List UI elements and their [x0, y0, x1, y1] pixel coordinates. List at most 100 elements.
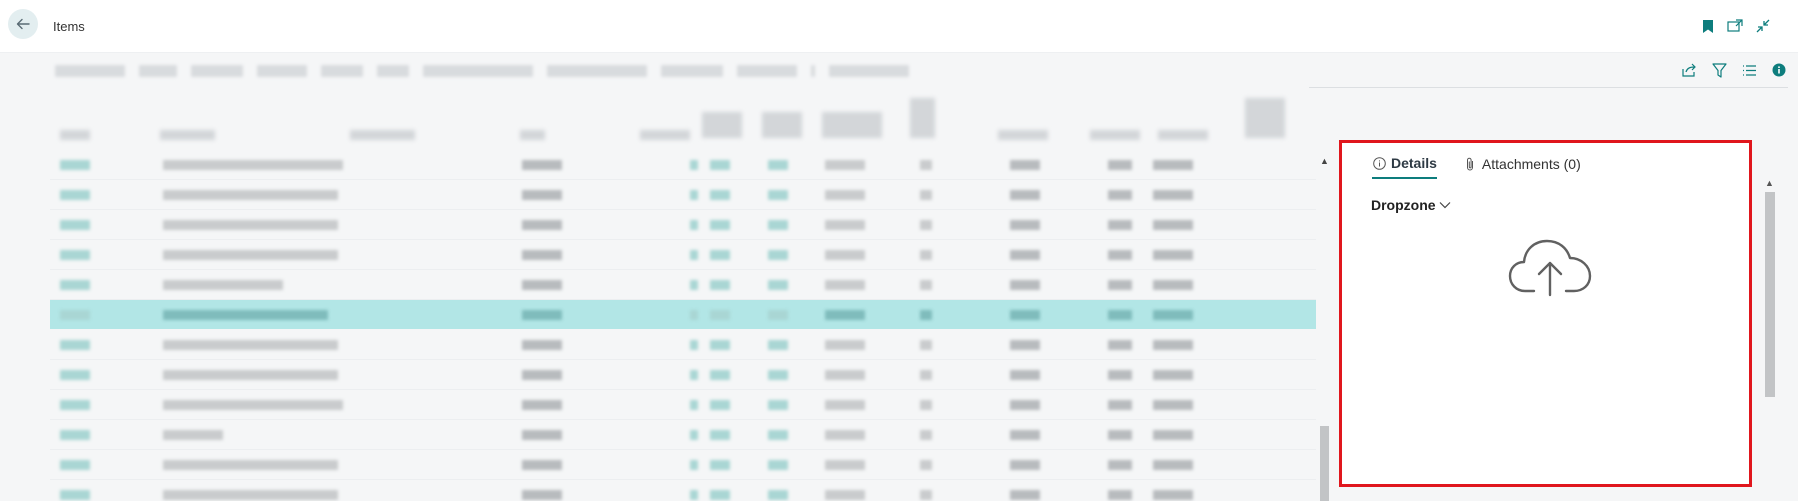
- table-cell: [163, 160, 343, 170]
- table-cell: [920, 250, 932, 260]
- table-cell: [1108, 280, 1132, 290]
- column-header[interactable]: [160, 130, 215, 140]
- table-cell: [1108, 490, 1132, 500]
- column-header[interactable]: [1090, 130, 1140, 140]
- paperclip-icon: [1463, 157, 1477, 171]
- table-cell: [1010, 340, 1040, 350]
- action-item[interactable]: [321, 65, 363, 77]
- column-header[interactable]: [998, 130, 1048, 140]
- action-item[interactable]: [547, 65, 647, 77]
- table-row[interactable]: [50, 150, 1316, 180]
- table-cell: [1108, 220, 1132, 230]
- list-view-button[interactable]: [1740, 61, 1758, 79]
- table-cell: [522, 490, 562, 500]
- column-header[interactable]: [640, 130, 690, 140]
- table-cell: [920, 160, 932, 170]
- table-cell: [1010, 280, 1040, 290]
- table-cell: [60, 490, 90, 500]
- table-cell: [825, 400, 865, 410]
- column-header[interactable]: [350, 130, 415, 140]
- action-item[interactable]: [737, 65, 797, 77]
- table-cell: [1010, 400, 1040, 410]
- tab-label: Details: [1391, 155, 1437, 171]
- table-cell: [920, 370, 932, 380]
- dropzone-section-header[interactable]: Dropzone: [1371, 197, 1451, 213]
- column-header[interactable]: [1245, 98, 1285, 138]
- table-cell: [60, 460, 90, 470]
- table-cell: [1108, 430, 1132, 440]
- scroll-up-arrow-icon[interactable]: ▲: [1765, 178, 1774, 188]
- filter-button[interactable]: [1710, 61, 1728, 79]
- action-item[interactable]: [191, 65, 243, 77]
- table-cell: [1010, 220, 1040, 230]
- tab-attachments[interactable]: Attachments (0): [1463, 151, 1581, 179]
- table-cell: [768, 460, 788, 470]
- table-row[interactable]: [50, 210, 1316, 240]
- info-button[interactable]: [1770, 61, 1788, 79]
- table-row[interactable]: [50, 390, 1316, 420]
- action-item[interactable]: [139, 65, 177, 77]
- table-cell: [1108, 340, 1132, 350]
- collapse-button[interactable]: [1754, 17, 1772, 35]
- dropzone-area[interactable]: [1505, 233, 1595, 303]
- table-cell: [163, 490, 338, 500]
- table-cell: [710, 160, 730, 170]
- share-button[interactable]: [1680, 61, 1698, 79]
- table-cell: [1108, 310, 1132, 320]
- table-cell: [768, 430, 788, 440]
- table-row[interactable]: [50, 180, 1316, 210]
- table-cell: [690, 490, 698, 500]
- table-row[interactable]: [50, 240, 1316, 270]
- table-cell: [768, 250, 788, 260]
- table-cell: [768, 490, 788, 500]
- table-cell: [60, 430, 90, 440]
- table-cell: [710, 280, 730, 290]
- table-cell: [825, 460, 865, 470]
- back-button[interactable]: [8, 9, 38, 39]
- column-header[interactable]: [702, 112, 742, 138]
- table-row[interactable]: [50, 270, 1316, 300]
- column-header[interactable]: [60, 130, 90, 140]
- table-row[interactable]: [50, 300, 1316, 329]
- column-header[interactable]: [762, 112, 802, 138]
- table-cell: [920, 460, 932, 470]
- column-header[interactable]: [822, 112, 882, 138]
- action-item[interactable]: [661, 65, 723, 77]
- table-cell: [60, 280, 90, 290]
- page-title: Items: [53, 19, 85, 34]
- table-cell: [690, 280, 698, 290]
- scrollbar-thumb[interactable]: [1765, 192, 1775, 397]
- table-cell: [710, 430, 730, 440]
- factbox-scrollbar[interactable]: ▲: [1762, 178, 1776, 501]
- action-item[interactable]: [257, 65, 307, 77]
- table-cell: [60, 160, 90, 170]
- table-cell: [690, 340, 698, 350]
- table-cell: [920, 310, 932, 320]
- column-header[interactable]: [910, 98, 935, 138]
- table-cell: [710, 190, 730, 200]
- action-item[interactable]: [55, 65, 125, 77]
- table-cell: [690, 400, 698, 410]
- table-row[interactable]: [50, 330, 1316, 360]
- table-row[interactable]: [50, 360, 1316, 390]
- column-header[interactable]: [520, 130, 545, 140]
- table-cell: [1153, 400, 1193, 410]
- tab-details[interactable]: Details: [1372, 151, 1437, 179]
- action-item[interactable]: [423, 65, 533, 77]
- table-cell: [920, 490, 932, 500]
- column-header[interactable]: [1158, 130, 1208, 140]
- action-item[interactable]: [829, 65, 909, 77]
- table-row[interactable]: [50, 450, 1316, 480]
- table-cell: [163, 190, 338, 200]
- scrollbar-thumb[interactable]: [1320, 426, 1329, 501]
- open-in-new-window-button[interactable]: [1726, 17, 1744, 35]
- scroll-up-arrow-icon[interactable]: ▲: [1320, 156, 1329, 166]
- table-cell: [710, 340, 730, 350]
- table-cell: [163, 430, 223, 440]
- table-row[interactable]: [50, 420, 1316, 450]
- table-row[interactable]: [50, 480, 1316, 501]
- list-scrollbar[interactable]: ▲: [1318, 152, 1330, 501]
- divider: [1309, 87, 1788, 88]
- action-item[interactable]: [377, 65, 409, 77]
- bookmark-button[interactable]: [1699, 17, 1717, 35]
